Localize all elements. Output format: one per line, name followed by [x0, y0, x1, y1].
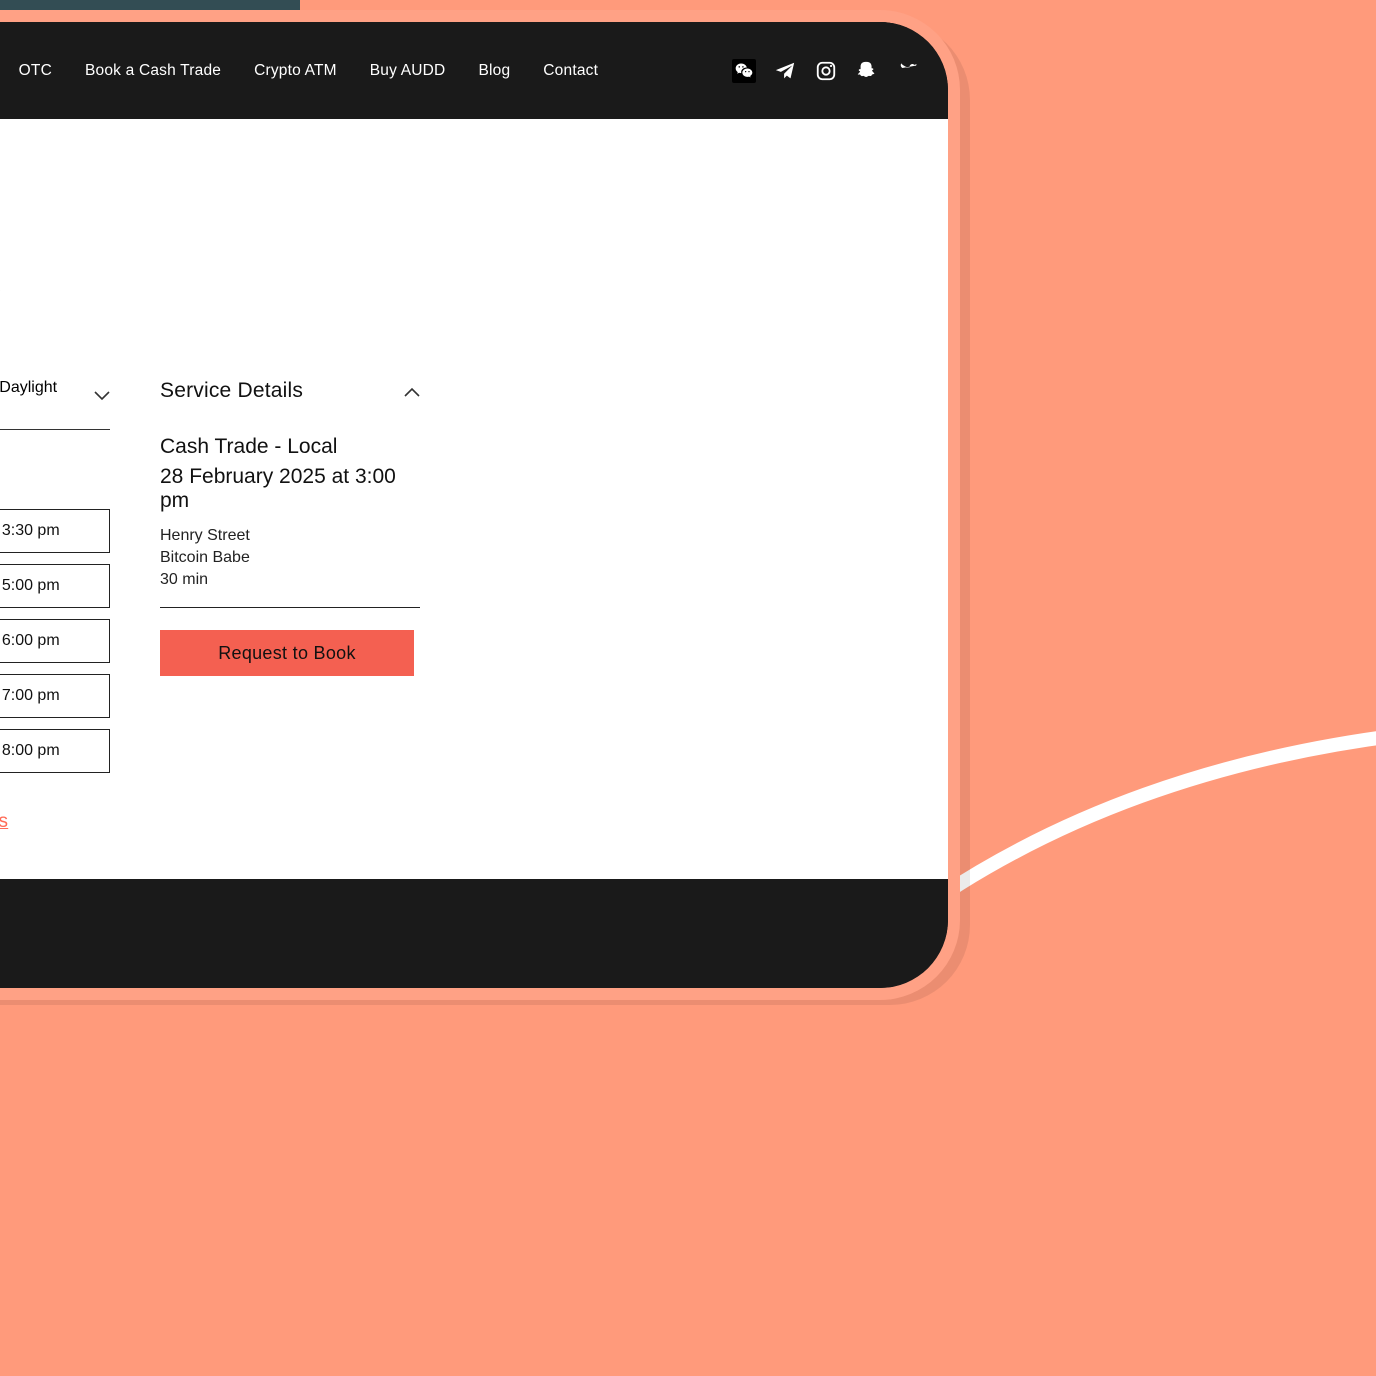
page-content: - nd time that works for you Timezone: A… — [0, 119, 948, 879]
service-location: Henry Street — [160, 527, 420, 545]
snapchat-icon[interactable] — [855, 59, 879, 83]
time-slot[interactable]: 3:30 pm — [0, 509, 110, 553]
time-slot[interactable]: 6:00 pm — [0, 619, 110, 663]
chevron-down-icon — [94, 388, 110, 406]
show-all-sessions-link[interactable]: Show all sessions — [0, 811, 8, 833]
nav-links: Home About OTC Book a Cash Trade Crypto … — [0, 62, 598, 80]
service-details-toggle[interactable]: Service Details — [160, 379, 420, 403]
social-links — [732, 59, 920, 83]
nav-item-buy-audd[interactable]: Buy AUDD — [370, 62, 446, 80]
nav-item-otc[interactable]: OTC — [19, 62, 52, 80]
service-details-header-text: Service Details — [160, 379, 303, 403]
request-to-book-button[interactable]: Request to Book — [160, 630, 414, 676]
decorative-swoosh — [926, 720, 1376, 1020]
twitter-icon[interactable] — [896, 59, 920, 83]
device-screen: Home About OTC Book a Cash Trade Crypto … — [0, 22, 948, 988]
service-datetime: 28 February 2025 at 3:00 pm — [160, 465, 420, 513]
time-slots: 3:00 pm3:30 pm4:00 pm5:00 pm5:30 pm6:00 … — [0, 509, 110, 773]
top-nav: Home About OTC Book a Cash Trade Crypto … — [0, 22, 948, 119]
timezone-selector[interactable]: Timezone: Australian Eastern Daylight Ti… — [0, 379, 110, 430]
chevron-up-icon — [404, 379, 420, 403]
service-provider: Bitcoin Babe — [160, 549, 420, 567]
telegram-icon[interactable] — [773, 59, 797, 83]
time-picker: Timezone: Australian Eastern Daylight Ti… — [0, 379, 110, 833]
nav-item-contact[interactable]: Contact — [543, 62, 598, 80]
page-viewport: Home About OTC Book a Cash Trade Crypto … — [0, 22, 948, 988]
nav-item-crypto-atm[interactable]: Crypto ATM — [254, 62, 337, 80]
divider — [160, 607, 420, 608]
instagram-icon[interactable] — [814, 59, 838, 83]
service-duration: 30 min — [160, 571, 420, 589]
wechat-icon[interactable] — [732, 59, 756, 83]
timezone-value: Australian Eastern Daylight Time (AEDT) — [0, 379, 82, 415]
nav-item-blog[interactable]: Blog — [478, 62, 510, 80]
footer-bar — [0, 879, 948, 939]
day-heading: Friday 28 February — [0, 460, 110, 487]
tagline-text: nd time that works for you — [0, 273, 2, 297]
time-slot[interactable]: 7:00 pm — [0, 674, 110, 718]
time-slot[interactable]: 8:00 pm — [0, 729, 110, 773]
nav-item-book-cash-trade[interactable]: Book a Cash Trade — [85, 62, 221, 80]
service-details: Service Details Cash Trade - Local 28 Fe… — [160, 379, 420, 833]
device-frame: Home About OTC Book a Cash Trade Crypto … — [0, 10, 960, 1000]
service-title: Cash Trade - Local — [160, 435, 420, 459]
time-slot[interactable]: 5:00 pm — [0, 564, 110, 608]
